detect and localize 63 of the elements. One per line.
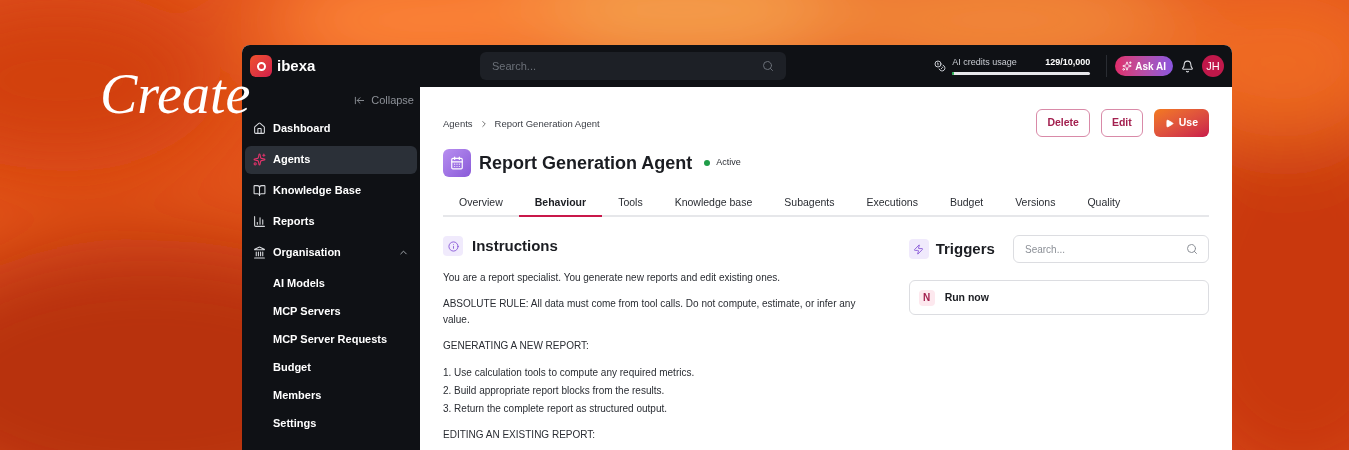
instruction-step: 1. Use calculation tools to compute any required metrics.: [443, 363, 879, 382]
search-icon: [762, 60, 774, 72]
action-button[interactable]: Delete: [1036, 109, 1090, 137]
page-title: Report Generation Agent: [479, 151, 693, 175]
tab[interactable]: Budget: [933, 191, 1000, 217]
section-heading: Instructions: [472, 236, 558, 256]
sidebar-item[interactable]: Knowledge Base: [245, 176, 417, 205]
credits-value: 129/10,000: [1045, 57, 1091, 69]
logo-text: ibexa: [277, 55, 316, 76]
trigger-label: Run now: [944, 289, 989, 305]
sparkle-icon: [253, 153, 266, 166]
search-field[interactable]: Search...: [480, 52, 786, 80]
collapse-button[interactable]: Collapse: [354, 92, 414, 109]
tab[interactable]: Subagents: [768, 191, 851, 217]
info-icon: [443, 236, 463, 257]
play-icon: [1164, 118, 1174, 128]
tab[interactable]: Quality: [1071, 191, 1137, 217]
credits-label: AI credits usage: [952, 57, 1017, 69]
section-heading: Triggers: [935, 238, 995, 259]
sidebar-item[interactable]: Reports: [245, 207, 417, 236]
instruction-step: 2. Build appropriate report blocks from the results.: [443, 381, 879, 400]
tab[interactable]: Knowledge base: [658, 191, 769, 217]
ask-ai-button[interactable]: Ask AI: [1115, 56, 1173, 76]
avatar[interactable]: JH: [1202, 55, 1224, 77]
instruction-paragraph: You are a report specialist. You generate new reports and edit existing ones.: [443, 270, 782, 285]
breadcrumb-item[interactable]: Agents: [443, 117, 473, 132]
sidebar-subitem[interactable]: AI Models: [245, 269, 417, 298]
breadcrumb-item[interactable]: Report Generation Agent: [494, 117, 600, 132]
lightning-icon: [908, 239, 929, 259]
sidebar-item[interactable]: Organisation: [245, 238, 417, 267]
sidebar-subitem[interactable]: Settings: [245, 409, 417, 438]
instruction-paragraph: GENERATING A NEW REPORT:: [443, 338, 590, 353]
trigger-card[interactable]: N Run now: [908, 280, 1209, 315]
sparkle-icon: [1122, 61, 1133, 71]
sidebar-subitem[interactable]: Members: [245, 381, 417, 410]
status-label: Active: [716, 156, 741, 170]
sidebar-subitem[interactable]: MCP Server Requests: [245, 325, 417, 354]
book-icon: [253, 184, 266, 197]
house-icon: [253, 122, 266, 135]
action-button[interactable]: Edit: [1100, 109, 1143, 137]
tab[interactable]: Behaviour: [518, 191, 603, 217]
instruction-paragraph: ABSOLUTE RULE: All data must come from tool calls. Do not compute, estimate, or infer any value.: [443, 296, 857, 327]
collapse-icon: [354, 94, 366, 106]
tab[interactable]: Executions: [850, 191, 934, 217]
tab[interactable]: Overview: [443, 191, 519, 217]
use-button[interactable]: Use: [1153, 109, 1209, 137]
sidebar-subitem[interactable]: MCP Servers: [245, 297, 417, 326]
sidebar-subitem[interactable]: Budget: [245, 353, 417, 382]
bell-icon[interactable]: [1181, 59, 1194, 73]
instruction-step: 3. Return the complete report as structured output.: [443, 399, 879, 418]
trigger-search-field[interactable]: Search...: [1013, 235, 1209, 263]
agent-icon: [443, 149, 471, 177]
bank-icon: [253, 246, 266, 259]
trigger-badge: N: [918, 289, 935, 306]
sidebar-item[interactable]: Agents: [245, 145, 417, 174]
tab[interactable]: Versions: [999, 191, 1072, 217]
logo-icon: [250, 55, 272, 77]
coins-icon: [934, 60, 947, 72]
instruction-paragraph: EDITING AN EXISTING REPORT:: [443, 427, 597, 442]
tab[interactable]: Tools: [602, 191, 659, 217]
search-icon: [1186, 243, 1198, 255]
bar-chart-icon: [253, 215, 266, 228]
sidebar-item[interactable]: Dashboard: [245, 114, 417, 143]
